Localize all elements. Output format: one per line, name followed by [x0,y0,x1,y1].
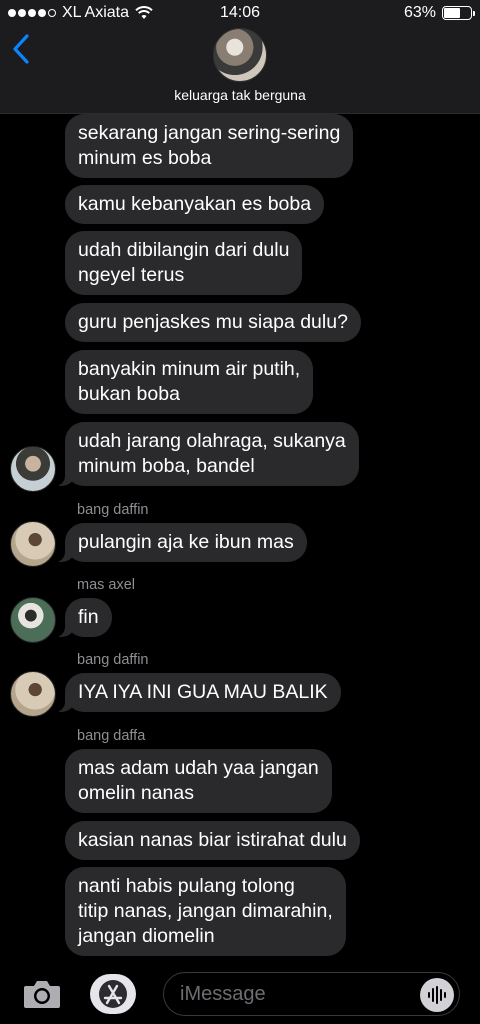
message-line: guru penjaskes mu siapa dulu? [78,311,348,333]
message-bubble[interactable]: nanti habis pulang tolong titip nanas, j… [65,867,346,956]
sender-name: bang daffa [77,728,146,744]
sender-avatar[interactable] [10,597,56,643]
message-bubble[interactable]: mas adam udah yaa jangan omelin nanas [65,749,332,813]
conversation-header: keluarga tak berguna [0,28,480,114]
message-line: mas adam udah yaa jangan [78,757,319,779]
sender-name: mas axel [77,577,136,593]
message-line: banyakin minum air putih, [78,358,301,380]
battery-fill [444,8,461,18]
message-bubble[interactable]: fin [55,598,112,637]
message-line: nanti habis pulang tolong [78,875,295,897]
group-avatar[interactable] [213,28,267,82]
message-bubble[interactable]: udah jarang olahraga, sukanya minum boba… [55,422,359,486]
message-input-field[interactable] [163,972,460,1016]
message-bubble[interactable]: guru penjaskes mu siapa dulu? [65,303,361,342]
message-line: kasian nanas biar istirahat dulu [78,829,347,851]
camera-icon [24,981,60,1008]
sender-avatar[interactable] [10,446,56,492]
battery-icon [442,6,475,20]
message-input[interactable] [180,981,410,1007]
message-line: jangan diomelin [78,925,215,947]
status-right: 63% [403,4,475,22]
message-bubble[interactable]: pulangin aja ke ibun mas [55,523,307,562]
sender-name: bang daffin [77,652,149,668]
message-bubble[interactable]: IYA IYA INI GUA MAU BALIK [55,673,341,712]
waveform-icon [428,986,446,1004]
message-line: pulangin aja ke ibun mas [78,531,294,553]
message-line: kamu kebanyakan es boba [78,193,312,215]
message-bubble[interactable]: kasian nanas biar istirahat dulu [65,821,360,860]
battery-percent: 63% [403,4,436,21]
back-button[interactable] [8,30,38,70]
sender-name: bang daffin [77,502,149,518]
message-line: omelin nanas [78,782,194,804]
chevron-left-icon [13,34,29,64]
app-store-button[interactable] [90,974,136,1014]
app-store-icon [99,980,127,1008]
message-line: minum boba, bandel [78,455,255,477]
message-bubble[interactable]: udah dibilangin dari dulu ngeyel terus [65,231,303,295]
message-line: titip nanas, jangan dimarahin, [78,900,333,922]
message-line: bukan boba [78,383,180,405]
group-name[interactable]: keluarga tak berguna [0,87,480,103]
message-line: udah dibilangin dari dulu [78,239,290,261]
message-bubble[interactable]: banyakin minum air putih, bukan boba [65,350,314,414]
messages-screen: XL Axiata 14:06 63% keluarga tak berguna… [0,0,480,1024]
sender-avatar[interactable] [10,671,56,717]
message-line: ngeyel terus [78,264,185,286]
camera-button[interactable] [22,978,62,1010]
audio-message-button[interactable] [420,978,454,1012]
message-line: minum es boba [78,147,212,169]
message-line: udah jarang olahraga, sukanya [78,430,346,452]
status-bar: XL Axiata 14:06 63% [0,0,480,28]
message-line: sekarang jangan sering-sering [78,122,341,144]
message-line: IYA IYA INI GUA MAU BALIK [78,681,328,703]
message-bubble[interactable]: kamu kebanyakan es boba [65,185,325,224]
message-line: fin [78,606,99,628]
sender-avatar[interactable] [10,521,56,567]
message-bubble[interactable]: sekarang jangan sering-sering minum es b… [65,114,354,178]
compose-bar [0,964,480,1024]
